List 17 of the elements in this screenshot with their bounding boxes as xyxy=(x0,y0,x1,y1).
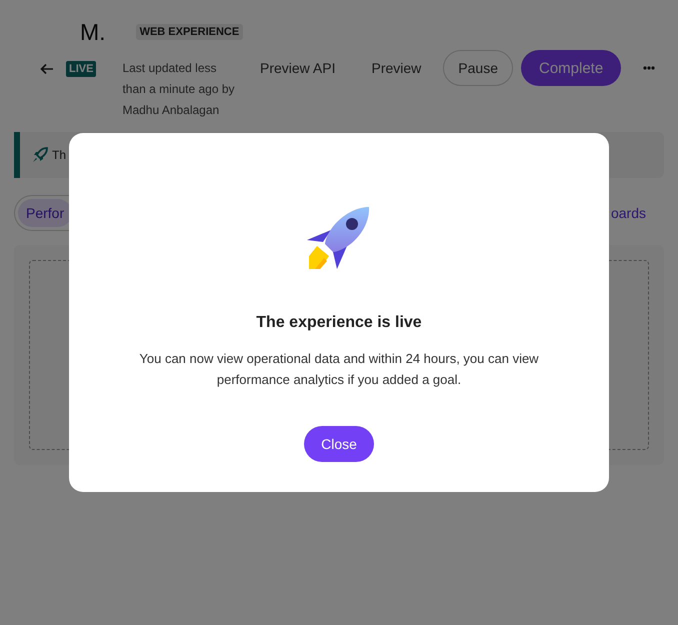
type-badge: WEB EXPERIENCE xyxy=(136,24,244,40)
pause-button[interactable]: Pause xyxy=(443,50,513,86)
back-arrow-icon[interactable] xyxy=(40,63,54,75)
modal-title: The experience is live xyxy=(256,314,422,332)
modal-message: You can now view operational data and within 24 hours, you can view performance analytics if you added a goal. xyxy=(138,350,540,389)
more-icon[interactable] xyxy=(643,66,656,70)
last-updated-text: Last updated less than a minute ago by Madhu Anbalagan xyxy=(122,60,236,119)
dashboards-link[interactable]: oards xyxy=(610,205,646,221)
complete-button[interactable]: Complete xyxy=(520,50,622,86)
preview-button[interactable]: Preview xyxy=(357,50,436,86)
page-title: M. xyxy=(80,18,106,46)
rocket-icon xyxy=(32,147,48,163)
rocket-icon xyxy=(307,206,371,270)
status-badge: LIVE xyxy=(66,61,96,77)
close-button[interactable]: Close xyxy=(304,426,374,462)
preview-button[interactable]: Preview API xyxy=(246,50,350,86)
banner-text: Th xyxy=(52,148,66,162)
